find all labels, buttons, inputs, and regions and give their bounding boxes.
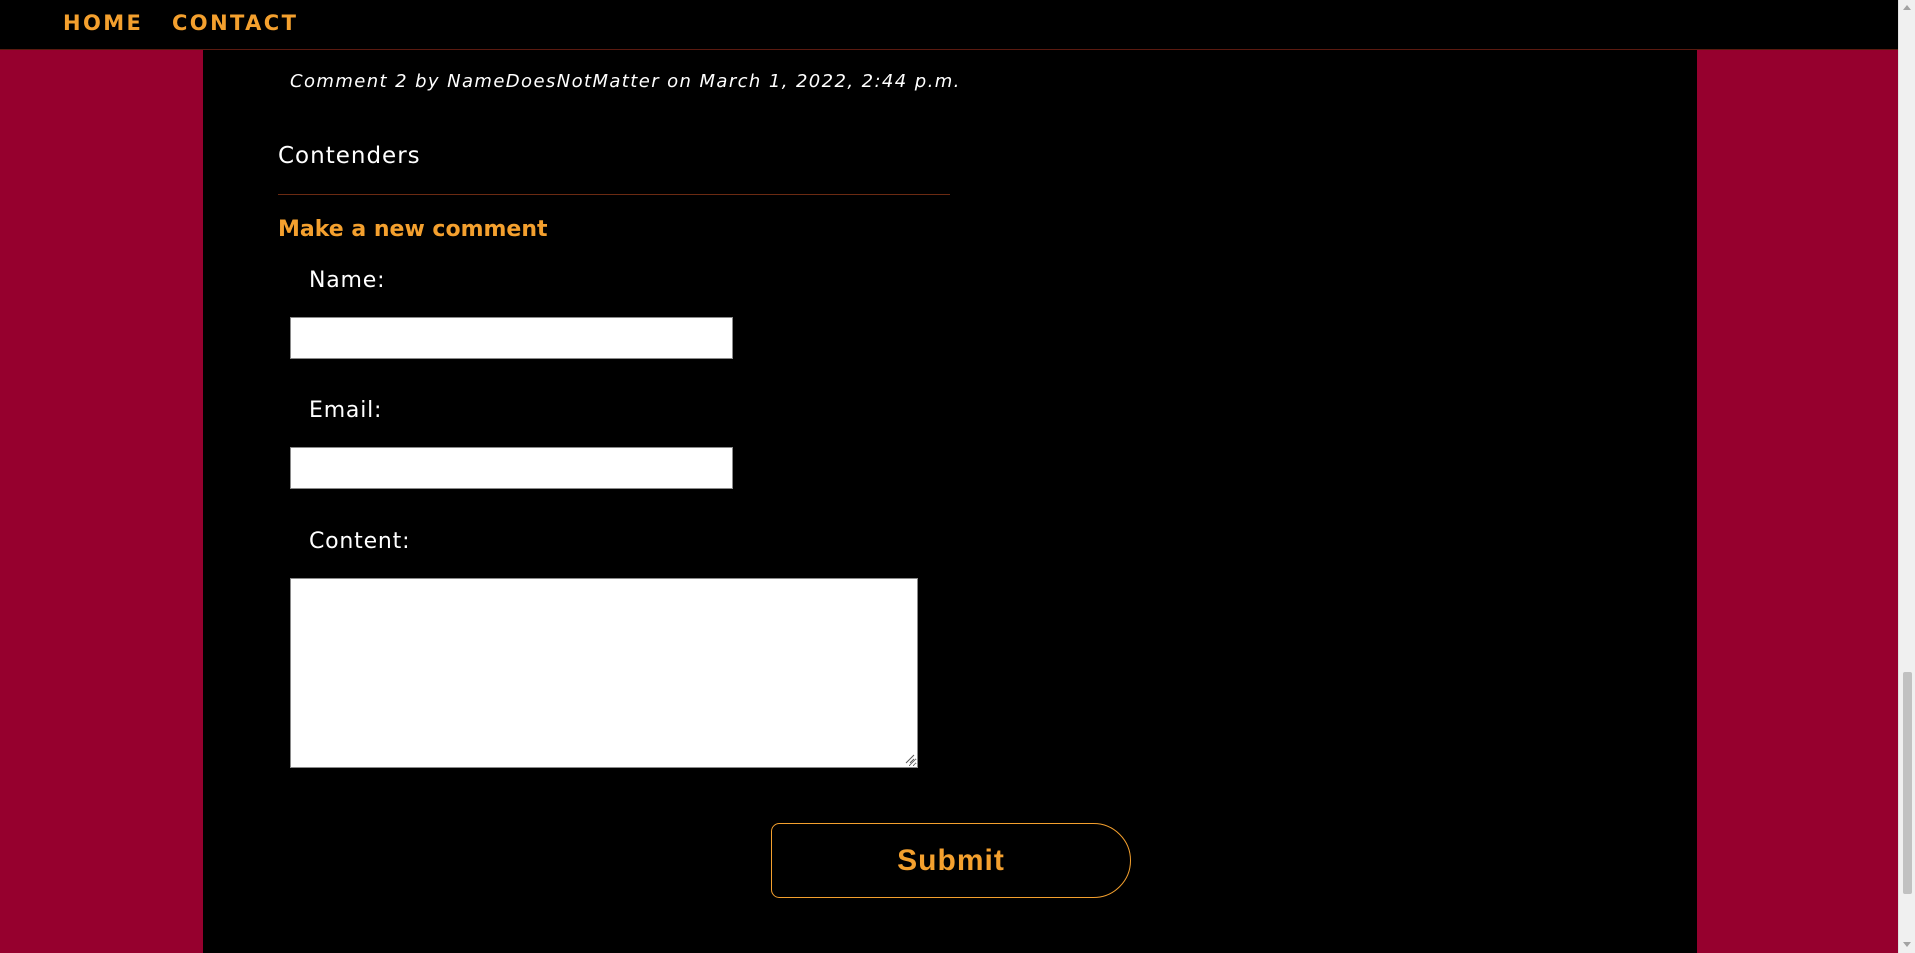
nav-home-link[interactable]: HOME [63, 11, 143, 35]
content-textarea[interactable] [290, 578, 918, 768]
submit-button[interactable]: Submit [771, 823, 1131, 898]
top-navigation-bar: HOME CONTACT [0, 0, 1898, 50]
post-title: Contenders [278, 143, 421, 169]
chevron-up-icon[interactable] [1903, 5, 1911, 10]
email-label: Email: [309, 398, 383, 423]
nav-contact-link[interactable]: CONTACT [172, 11, 298, 35]
content-label: Content: [309, 529, 411, 554]
name-label: Name: [309, 268, 386, 293]
vertical-scrollbar[interactable] [1898, 0, 1915, 953]
scrollbar-thumb[interactable] [1903, 672, 1912, 894]
divider [278, 194, 950, 195]
email-input[interactable] [290, 447, 733, 489]
chevron-down-icon[interactable] [1903, 942, 1911, 947]
new-comment-heading: Make a new comment [278, 217, 548, 242]
main-content: Comment 2 by NameDoesNotMatter on March … [203, 0, 1697, 953]
name-input[interactable] [290, 317, 733, 359]
comment-meta: Comment 2 by NameDoesNotMatter on March … [290, 71, 961, 92]
